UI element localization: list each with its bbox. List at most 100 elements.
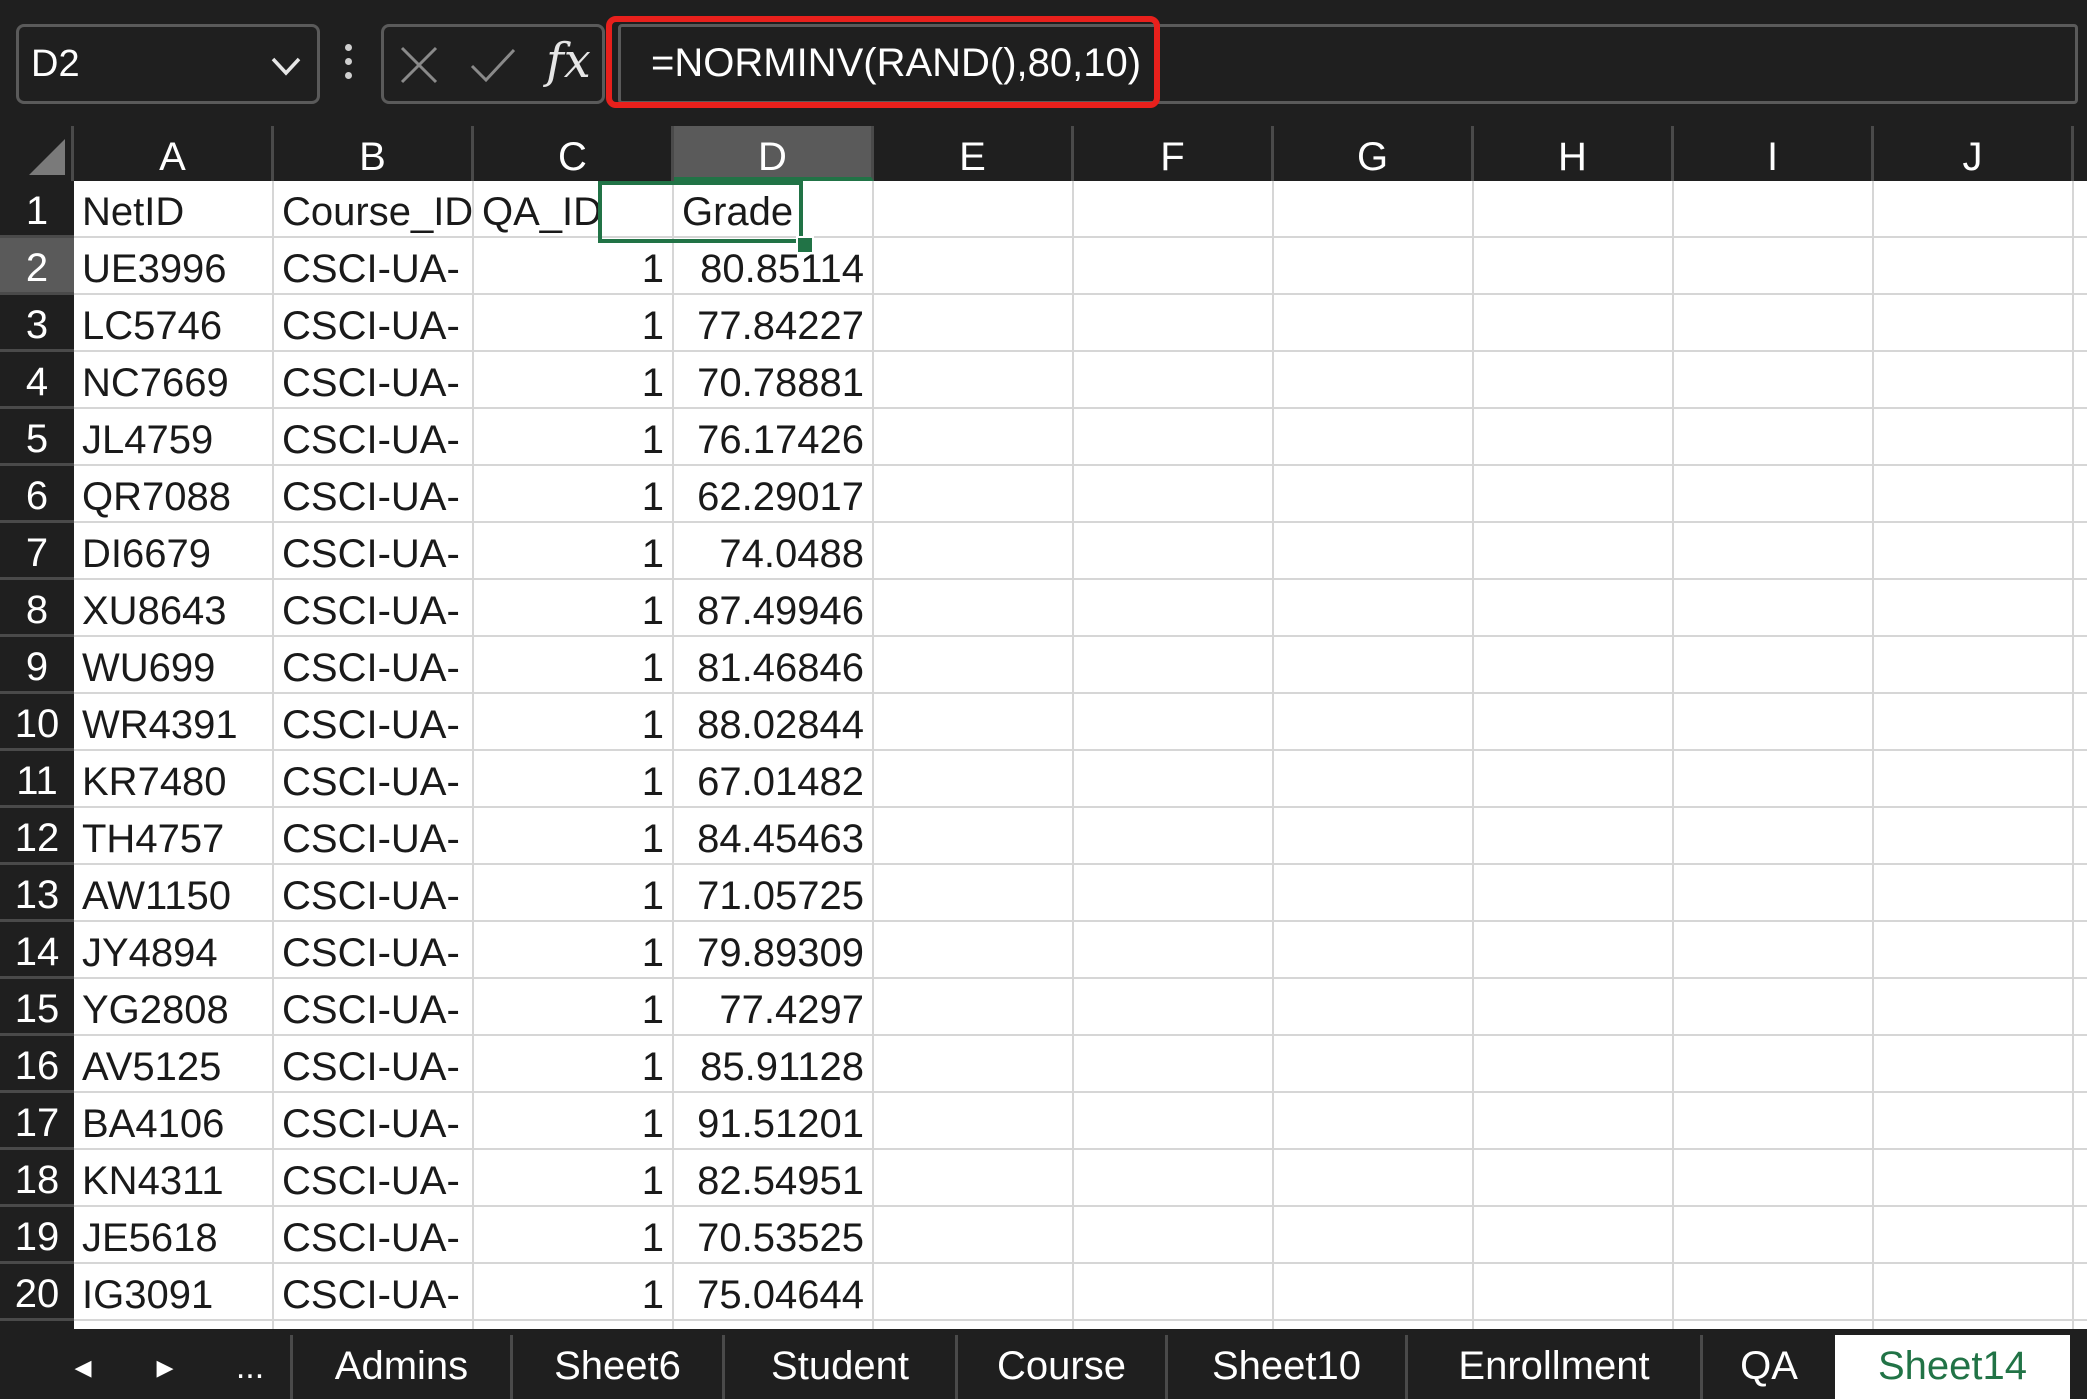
column-header-a[interactable]: A [74, 126, 274, 181]
cell-d3[interactable]: 77.84227 [674, 295, 872, 350]
cell-b12[interactable]: CSCI-UA- [274, 808, 472, 863]
sheet-tab-admins[interactable]: Admins [290, 1335, 510, 1399]
cell-b16[interactable]: CSCI-UA- [274, 1036, 472, 1091]
cell-c7[interactable]: 1 [474, 523, 672, 578]
scroll-tabs-left-icon[interactable]: ◂ [58, 1339, 108, 1395]
cell-d13[interactable]: 71.05725 [674, 865, 872, 920]
cancel-icon[interactable] [398, 44, 440, 86]
row-header-6[interactable]: 6 [0, 466, 74, 523]
cell-area[interactable]: NetID Course_ID QA_ID Grade UE3996 CSCI-UA- 1 8… [74, 181, 2087, 1329]
row-header-15[interactable]: 15 [0, 979, 74, 1036]
column-header-d[interactable]: D [674, 126, 874, 181]
chevron-down-icon[interactable] [269, 51, 303, 81]
select-all-button[interactable] [0, 126, 74, 181]
cell-b4[interactable]: CSCI-UA- [274, 352, 472, 407]
cell-a9[interactable]: WU699 [74, 637, 272, 692]
column-header-b[interactable]: B [274, 126, 474, 181]
cell-a2[interactable]: UE3996 [74, 238, 272, 293]
cell-d15[interactable]: 77.4297 [674, 979, 872, 1034]
row-header-7[interactable]: 7 [0, 523, 74, 580]
cell-d2[interactable]: 80.85114 [674, 238, 872, 293]
cell-a5[interactable]: JL4759 [74, 409, 272, 464]
row-header-13[interactable]: 13 [0, 865, 74, 922]
cell-c19[interactable]: 1 [474, 1207, 672, 1262]
cell-d7[interactable]: 74.0488 [674, 523, 872, 578]
cell-c5[interactable]: 1 [474, 409, 672, 464]
row-header-12[interactable]: 12 [0, 808, 74, 865]
cell-a6[interactable]: QR7088 [74, 466, 272, 521]
row-header-18[interactable]: 18 [0, 1150, 74, 1207]
cell-d14[interactable]: 79.89309 [674, 922, 872, 977]
cell-d10[interactable]: 88.02844 [674, 694, 872, 749]
cell-b14[interactable]: CSCI-UA- [274, 922, 472, 977]
fill-handle[interactable] [796, 236, 814, 254]
cell-b15[interactable]: CSCI-UA- [274, 979, 472, 1034]
cell-c16[interactable]: 1 [474, 1036, 672, 1091]
cell-b11[interactable]: CSCI-UA- [274, 751, 472, 806]
row-header-17[interactable]: 17 [0, 1093, 74, 1150]
cell-c8[interactable]: 1 [474, 580, 672, 635]
cell-d6[interactable]: 62.29017 [674, 466, 872, 521]
row-header-5[interactable]: 5 [0, 409, 74, 466]
cell-a17[interactable]: BA4106 [74, 1093, 272, 1148]
cell-d9[interactable]: 81.46846 [674, 637, 872, 692]
cell-c11[interactable]: 1 [474, 751, 672, 806]
cell-a1[interactable]: NetID [74, 181, 272, 236]
cell-d17[interactable]: 91.51201 [674, 1093, 872, 1148]
sheet-tab-sheet10[interactable]: Sheet10 [1165, 1335, 1405, 1399]
cell-d8[interactable]: 87.49946 [674, 580, 872, 635]
row-header-20[interactable]: 20 [0, 1264, 74, 1321]
cell-b13[interactable]: CSCI-UA- [274, 865, 472, 920]
cell-d5[interactable]: 76.17426 [674, 409, 872, 464]
cell-a18[interactable]: KN4311 [74, 1150, 272, 1205]
more-options-icon[interactable] [342, 44, 354, 84]
insert-function-icon[interactable]: fx [546, 33, 591, 89]
cell-b17[interactable]: CSCI-UA- [274, 1093, 472, 1148]
cell-a10[interactable]: WR4391 [74, 694, 272, 749]
cell-c13[interactable]: 1 [474, 865, 672, 920]
cell-b20[interactable]: CSCI-UA- [274, 1264, 472, 1319]
cell-c14[interactable]: 1 [474, 922, 672, 977]
cell-b7[interactable]: CSCI-UA- [274, 523, 472, 578]
column-header-f[interactable]: F [1074, 126, 1274, 181]
cell-b6[interactable]: CSCI-UA- [274, 466, 472, 521]
row-header-19[interactable]: 19 [0, 1207, 74, 1264]
column-header-g[interactable]: G [1274, 126, 1474, 181]
cell-d11[interactable]: 67.01482 [674, 751, 872, 806]
cell-a7[interactable]: DI6679 [74, 523, 272, 578]
more-tabs-button[interactable]: ... [225, 1339, 275, 1395]
cell-a19[interactable]: JE5618 [74, 1207, 272, 1262]
row-header-4[interactable]: 4 [0, 352, 74, 409]
sheet-tab-student[interactable]: Student [722, 1335, 955, 1399]
cell-d19[interactable]: 70.53525 [674, 1207, 872, 1262]
row-header-2[interactable]: 2 [0, 238, 74, 295]
cell-a3[interactable]: LC5746 [74, 295, 272, 350]
enter-checkmark-icon[interactable] [468, 44, 518, 86]
cell-b9[interactable]: CSCI-UA- [274, 637, 472, 692]
row-header-8[interactable]: 8 [0, 580, 74, 637]
column-header-j[interactable]: J [1874, 126, 2074, 181]
row-header-1[interactable]: 1 [0, 181, 74, 238]
row-header-10[interactable]: 10 [0, 694, 74, 751]
cell-c6[interactable]: 1 [474, 466, 672, 521]
cell-d18[interactable]: 82.54951 [674, 1150, 872, 1205]
cell-b19[interactable]: CSCI-UA- [274, 1207, 472, 1262]
cell-c3[interactable]: 1 [474, 295, 672, 350]
cell-b5[interactable]: CSCI-UA- [274, 409, 472, 464]
name-box[interactable]: D2 [16, 24, 320, 104]
column-header-i[interactable]: I [1674, 126, 1874, 181]
cell-a15[interactable]: YG2808 [74, 979, 272, 1034]
cell-c12[interactable]: 1 [474, 808, 672, 863]
cell-a4[interactable]: NC7669 [74, 352, 272, 407]
cell-c9[interactable]: 1 [474, 637, 672, 692]
cell-d1[interactable]: Grade [674, 181, 872, 236]
row-header-11[interactable]: 11 [0, 751, 74, 808]
cell-a12[interactable]: TH4757 [74, 808, 272, 863]
cell-b18[interactable]: CSCI-UA- [274, 1150, 472, 1205]
cell-a16[interactable]: AV5125 [74, 1036, 272, 1091]
cell-d12[interactable]: 84.45463 [674, 808, 872, 863]
cell-c4[interactable]: 1 [474, 352, 672, 407]
cell-c2[interactable]: 1 [474, 238, 672, 293]
cell-a8[interactable]: XU8643 [74, 580, 272, 635]
column-header-c[interactable]: C [474, 126, 674, 181]
